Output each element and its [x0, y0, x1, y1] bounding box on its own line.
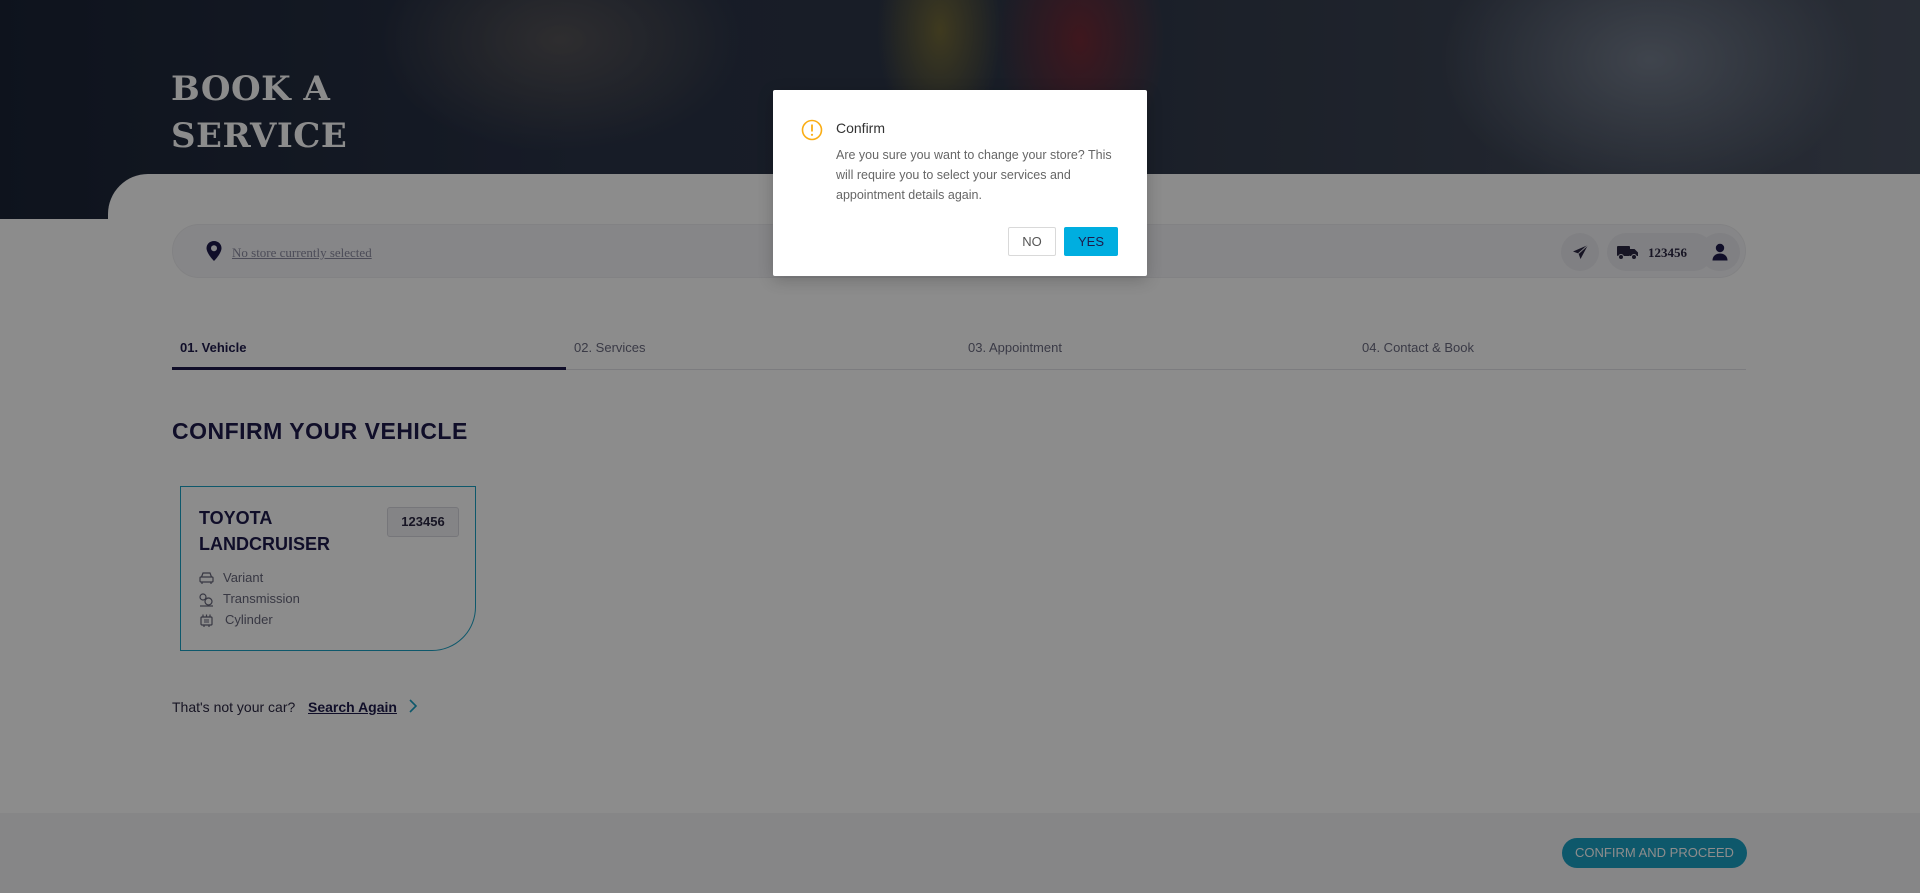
no-button[interactable]: NO	[1008, 227, 1056, 256]
confirm-dialog: Confirm Are you sure you want to change …	[773, 90, 1147, 276]
dialog-title: Confirm	[836, 120, 886, 136]
exclamation-circle-icon	[801, 119, 823, 141]
yes-button[interactable]: YES	[1064, 227, 1118, 256]
dialog-message: Are you sure you want to change your sto…	[836, 148, 1112, 202]
